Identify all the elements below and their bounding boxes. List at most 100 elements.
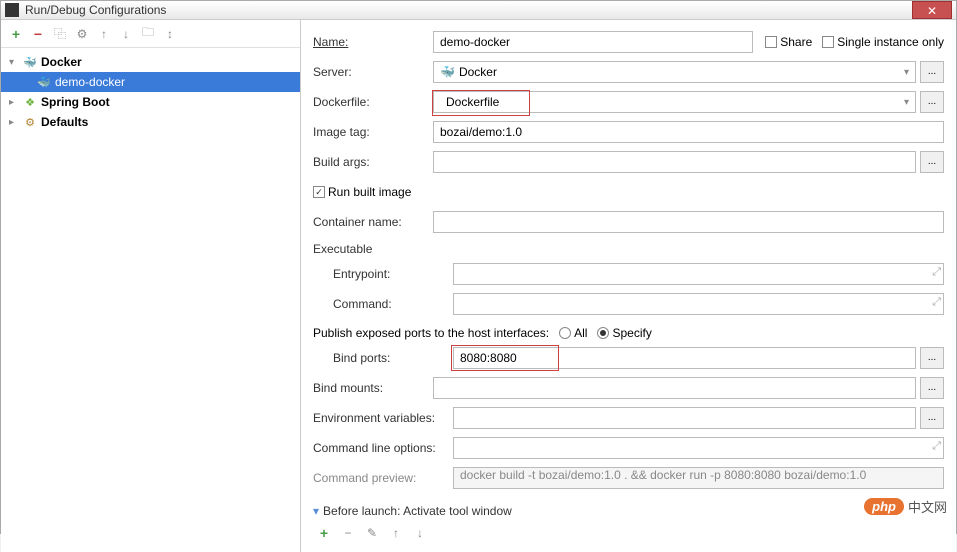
- bl-edit-button[interactable]: ✎: [363, 524, 381, 542]
- bl-add-button[interactable]: +: [315, 524, 333, 542]
- dockerfile-label: Dockerfile:: [313, 95, 433, 109]
- checkbox-icon: [765, 36, 777, 48]
- tree-label: Spring Boot: [41, 95, 110, 109]
- checkbox-icon: [822, 36, 834, 48]
- share-checkbox[interactable]: Share: [765, 35, 812, 49]
- command-input[interactable]: ⤢: [453, 293, 944, 315]
- server-more-button[interactable]: ...: [920, 61, 944, 83]
- settings-button[interactable]: ⚙: [73, 25, 91, 43]
- before-launch-toggle[interactable]: ▾ Before launch: Activate tool window: [313, 504, 944, 518]
- window-title: Run/Debug Configurations: [25, 3, 912, 17]
- single-instance-label: Single instance only: [837, 35, 944, 49]
- name-input[interactable]: [433, 31, 753, 53]
- config-tree: ▾ 🐳 Docker 🐳 demo-docker ▸ ❖ Spring Boot…: [1, 48, 300, 552]
- move-up-button[interactable]: ↑: [95, 25, 113, 43]
- entrypoint-label: Entrypoint:: [333, 267, 453, 281]
- remove-config-button[interactable]: −: [29, 25, 47, 43]
- expand-icon[interactable]: ⤢: [932, 296, 941, 309]
- dockerfile-select[interactable]: Dockerfile ▾: [433, 91, 916, 113]
- chevron-down-icon[interactable]: ▾: [9, 57, 21, 68]
- docker-icon: 🐳: [23, 55, 37, 69]
- chevron-right-icon[interactable]: ▸: [9, 117, 21, 128]
- radio-icon: [559, 327, 571, 339]
- close-button[interactable]: ✕: [912, 1, 952, 19]
- command-label: Command:: [333, 297, 453, 311]
- watermark: php 中文网: [864, 497, 947, 516]
- window: Run/Debug Configurations ✕ + − ⿻ ⚙ ↑ ↓ 🗀…: [0, 0, 957, 534]
- chevron-down-icon: ▾: [313, 504, 319, 518]
- watermark-text: 中文网: [908, 497, 947, 516]
- container-label: Container name:: [313, 215, 433, 229]
- cmdpreview-value: docker build -t bozai/demo:1.0 . && dock…: [453, 467, 944, 489]
- run-built-image-label: Run built image: [328, 185, 411, 199]
- server-value: Docker: [459, 65, 497, 79]
- left-toolbar: + − ⿻ ⚙ ↑ ↓ 🗀 ↕: [1, 20, 300, 48]
- copy-config-button[interactable]: ⿻: [51, 25, 69, 43]
- bl-down-button[interactable]: ↓: [411, 524, 429, 542]
- cmdopts-label: Command line options:: [313, 441, 453, 455]
- folder-button[interactable]: 🗀: [139, 25, 157, 43]
- add-config-button[interactable]: +: [7, 25, 25, 43]
- expand-icon[interactable]: ⤢: [932, 440, 941, 453]
- publish-all-radio[interactable]: All: [559, 326, 587, 340]
- envvars-input[interactable]: [453, 407, 916, 429]
- expand-icon[interactable]: ⤢: [932, 266, 941, 279]
- content: + − ⿻ ⚙ ↑ ↓ 🗀 ↕ ▾ 🐳 Docker 🐳 demo-docker: [1, 20, 956, 552]
- bindmounts-input[interactable]: [433, 377, 916, 399]
- before-launch-label: Before launch: Activate tool window: [323, 504, 512, 518]
- imagetag-label: Image tag:: [313, 125, 433, 139]
- buildargs-more-button[interactable]: ...: [920, 151, 944, 173]
- bl-up-button[interactable]: ↑: [387, 524, 405, 542]
- dockerfile-more-button[interactable]: ...: [920, 91, 944, 113]
- move-down-button[interactable]: ↓: [117, 25, 135, 43]
- watermark-badge: php: [864, 498, 904, 515]
- chevron-down-icon: ▾: [904, 67, 909, 78]
- tree-node-spring-boot[interactable]: ▸ ❖ Spring Boot: [1, 92, 300, 112]
- single-instance-checkbox[interactable]: Single instance only: [822, 35, 944, 49]
- chevron-right-icon[interactable]: ▸: [9, 97, 21, 108]
- bl-remove-button[interactable]: −: [339, 524, 357, 542]
- publish-label: Publish exposed ports to the host interf…: [313, 326, 549, 340]
- titlebar: Run/Debug Configurations ✕: [1, 1, 956, 20]
- tree-node-demo-docker[interactable]: 🐳 demo-docker: [1, 72, 300, 92]
- entrypoint-input[interactable]: ⤢: [453, 263, 944, 285]
- server-select[interactable]: 🐳 Docker ▾: [433, 61, 916, 83]
- imagetag-input[interactable]: [433, 121, 944, 143]
- bindports-label: Bind ports:: [333, 351, 453, 365]
- cmdopts-input[interactable]: ⤢: [453, 437, 944, 459]
- bindports-input[interactable]: [453, 347, 916, 369]
- specify-label: Specify: [612, 326, 651, 340]
- bindports-more-button[interactable]: ...: [920, 347, 944, 369]
- tree-node-defaults[interactable]: ▸ ⚙ Defaults: [1, 112, 300, 132]
- chevron-down-icon: ▾: [904, 97, 909, 108]
- executable-section-label: Executable: [313, 242, 944, 256]
- tree-node-docker[interactable]: ▾ 🐳 Docker: [1, 52, 300, 72]
- docker-icon: 🐳: [37, 75, 51, 89]
- envvars-more-button[interactable]: ...: [920, 407, 944, 429]
- server-label: Server:: [313, 65, 433, 79]
- tree-label: Docker: [41, 55, 82, 69]
- checkbox-icon: ✓: [313, 186, 325, 198]
- gear-icon: ⚙: [23, 115, 37, 129]
- tree-label: demo-docker: [55, 75, 125, 89]
- envvars-label: Environment variables:: [313, 411, 453, 425]
- right-pane: Name: Share Single instance only Server:…: [301, 20, 956, 552]
- bindmounts-label: Bind mounts:: [313, 381, 433, 395]
- app-icon: [5, 3, 19, 17]
- expand-button[interactable]: ↕: [161, 25, 179, 43]
- buildargs-input[interactable]: [433, 151, 916, 173]
- all-label: All: [574, 326, 587, 340]
- left-pane: + − ⿻ ⚙ ↑ ↓ 🗀 ↕ ▾ 🐳 Docker 🐳 demo-docker: [1, 20, 301, 552]
- docker-icon: 🐳: [440, 65, 455, 79]
- name-label: Name:: [313, 35, 433, 49]
- spring-icon: ❖: [23, 95, 37, 109]
- publish-specify-radio[interactable]: Specify: [597, 326, 651, 340]
- run-built-image-checkbox[interactable]: ✓Run built image: [313, 185, 411, 199]
- tree-label: Defaults: [41, 115, 88, 129]
- container-input[interactable]: [433, 211, 944, 233]
- cmdpreview-label: Command preview:: [313, 471, 453, 485]
- dockerfile-value: Dockerfile: [440, 95, 499, 109]
- buildargs-label: Build args:: [313, 155, 433, 169]
- share-label: Share: [780, 35, 812, 49]
- bindmounts-more-button[interactable]: ...: [920, 377, 944, 399]
